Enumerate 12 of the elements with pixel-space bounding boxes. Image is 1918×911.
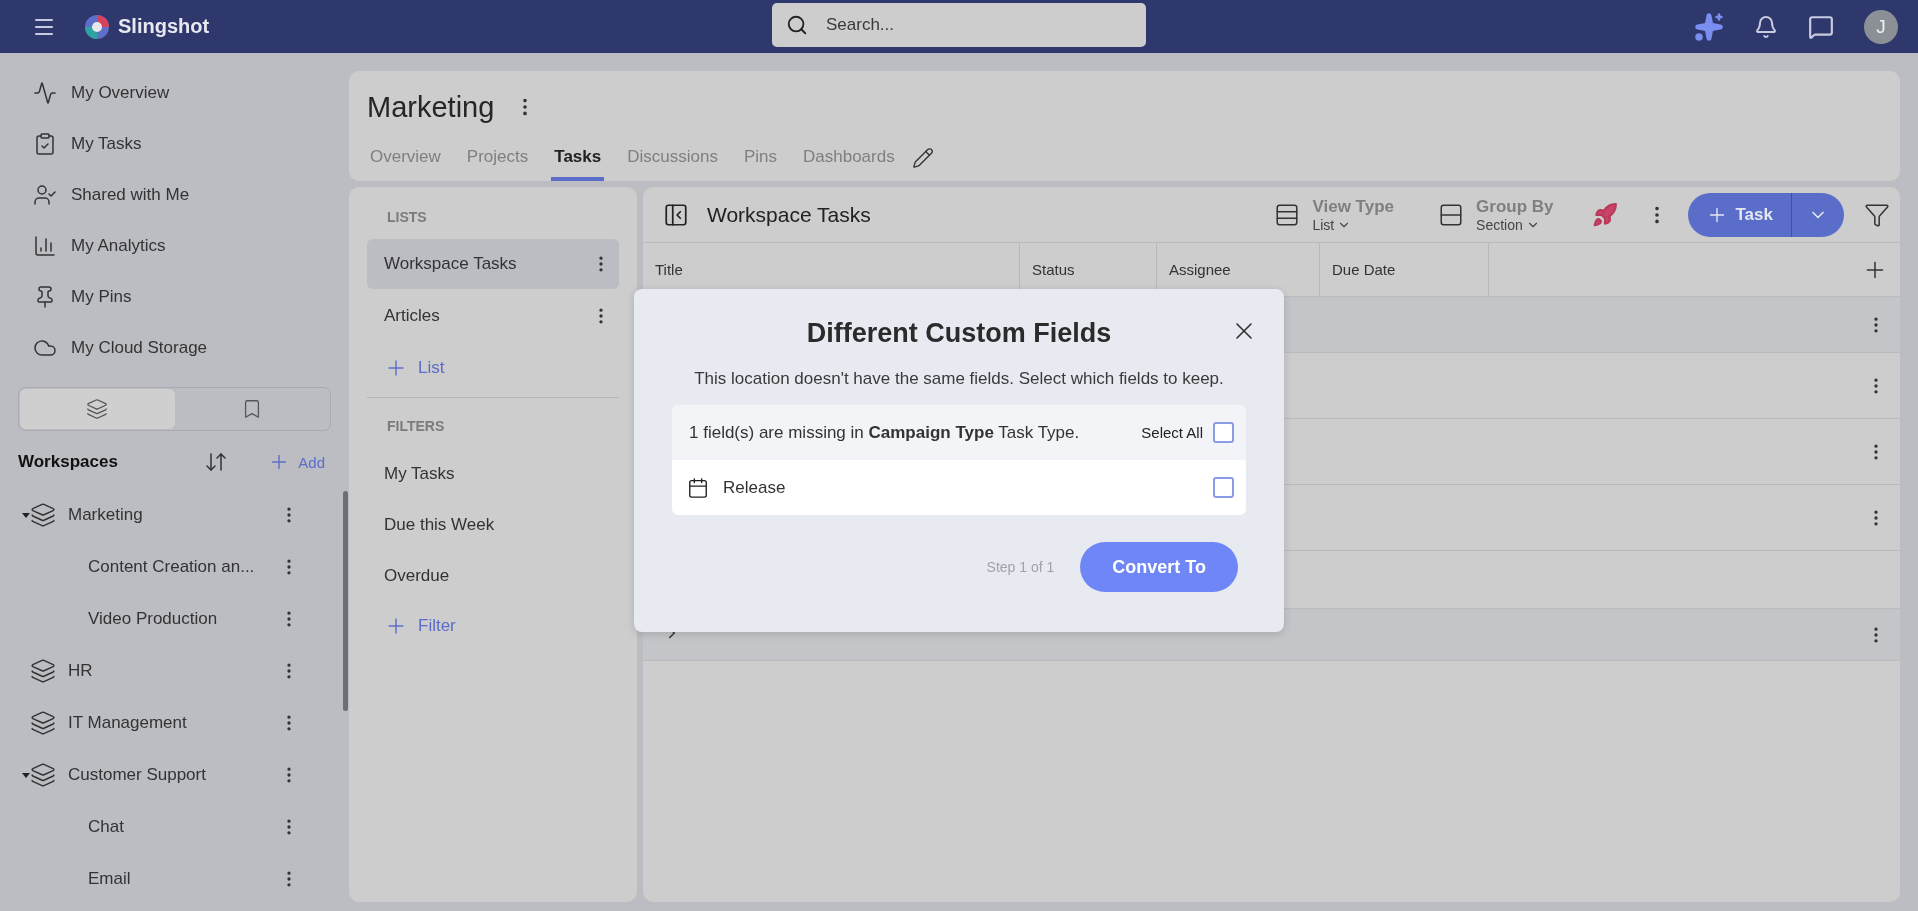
step-indicator: Step 1 of 1: [986, 559, 1055, 575]
field-label: Release: [723, 477, 787, 498]
dialog-title: Different Custom Fields: [806, 317, 1112, 349]
project-title: Marketing: [367, 90, 495, 124]
section-heading: LISTS: [386, 208, 428, 227]
app-name: Slingshot: [118, 15, 210, 38]
missing-fields-text: 1 field(s) are missing in Campaign Type Task Type.: [689, 422, 1081, 443]
dialog-message: This location doesn't have the same fields. Select which fields to keep.: [693, 369, 1225, 389]
section-heading: FILTERS: [386, 417, 446, 436]
select-all-label: Select All: [1141, 424, 1203, 441]
list-title: Workspace Tasks: [707, 202, 872, 227]
section-title: Workspaces: [18, 452, 119, 472]
